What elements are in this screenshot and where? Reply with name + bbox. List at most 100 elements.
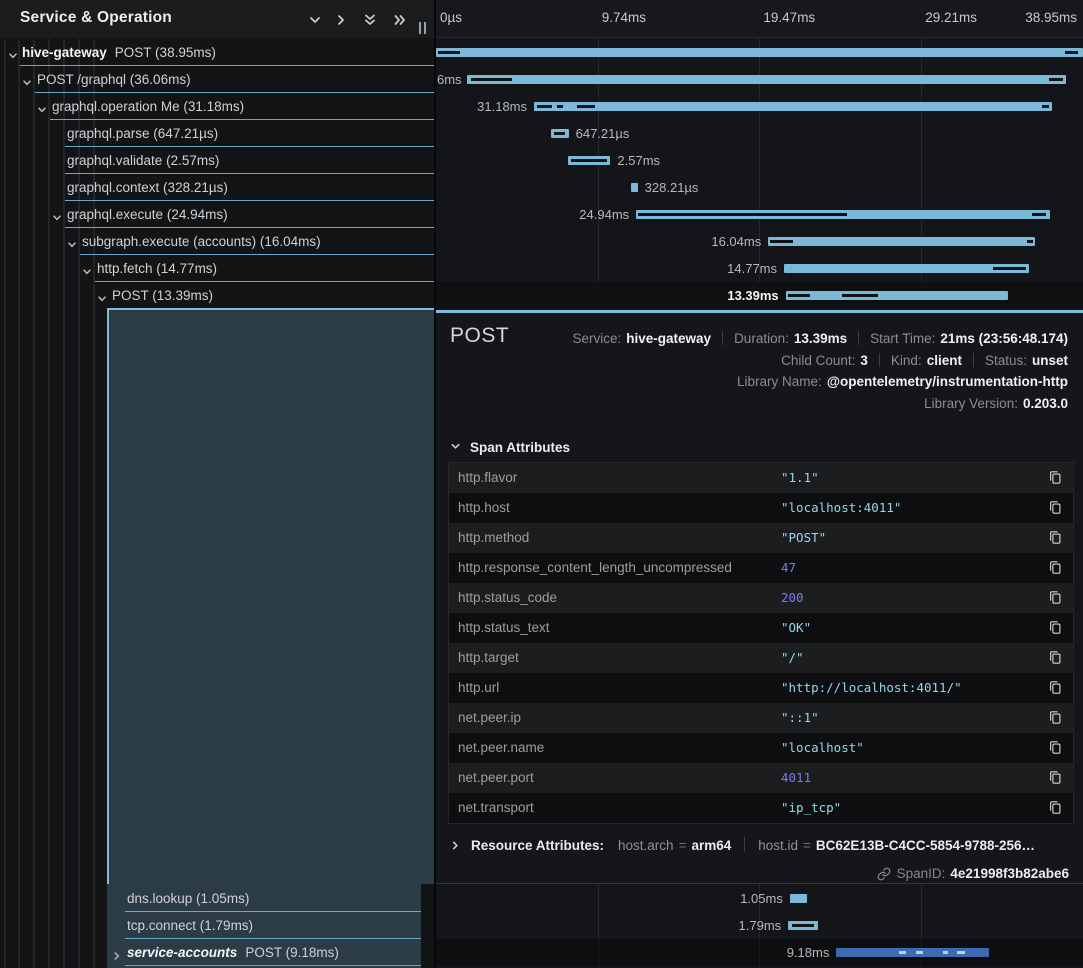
chevron-down-icon[interactable]	[82, 264, 92, 274]
attribute-row: http.status_text"OK"	[449, 613, 1073, 643]
span-bar-post-graphql[interactable]	[467, 75, 1066, 84]
self-time-dash	[577, 105, 595, 108]
span-name-duration: graphql.validate (2.57ms)	[67, 153, 219, 168]
resource-key: host.arch	[618, 838, 674, 853]
span-name-duration: dns.lookup (1.05ms)	[127, 891, 249, 906]
timeline-row-tcp-connect: 1.79ms	[436, 912, 1083, 939]
attribute-key: http.flavor	[458, 463, 517, 493]
chevron-down-icon[interactable]	[67, 237, 77, 247]
resource-value: BC62E13B-C4CC-5854-9788-256…	[816, 838, 1035, 853]
span-tree-row-graphql-validate[interactable]: graphql.validate (2.57ms)	[0, 147, 434, 174]
copy-icon[interactable]	[1048, 710, 1063, 726]
copy-icon[interactable]	[1048, 560, 1063, 576]
span-tree-row-subgraph-execute-accounts[interactable]: subgraph.execute (accounts) (16.04ms)	[0, 228, 434, 255]
span-bar-graphql-context[interactable]	[631, 183, 638, 192]
span-attributes-table: http.flavor"1.1"http.host"localhost:4011…	[448, 462, 1074, 824]
double-chevron-right-icon[interactable]	[391, 11, 409, 29]
meta-label: Kind:	[891, 353, 922, 368]
chevron-right-icon[interactable]	[332, 11, 350, 29]
meta-value: 0.203.0	[1023, 396, 1068, 411]
span-tree-row-tcp-connect[interactable]: tcp.connect (1.79ms)	[0, 912, 434, 939]
trace-viewer: hive-gatewayPOST (38.95ms)POST /graphql …	[0, 0, 1083, 968]
span-tree-row-dns-lookup[interactable]: dns.lookup (1.05ms)	[0, 885, 434, 912]
span-duration-label: 31.18ms	[477, 98, 527, 115]
span-label: POST (13.39ms)	[112, 282, 213, 309]
chevron-down-icon[interactable]	[52, 210, 62, 220]
copy-icon[interactable]	[1048, 680, 1063, 696]
self-time-dash	[1032, 213, 1046, 216]
self-time-dash	[471, 78, 512, 81]
span-duration-label: 6ms	[437, 71, 462, 88]
copy-icon[interactable]	[1048, 530, 1063, 546]
link-icon[interactable]	[877, 867, 891, 881]
span-tree-row-http-fetch[interactable]: http.fetch (14.77ms)	[0, 255, 434, 282]
span-bar-http-fetch[interactable]	[784, 264, 1029, 273]
span-tree-row-graphql-operation-me[interactable]: graphql.operation Me (31.18ms)	[0, 93, 434, 120]
panel-resize-handle[interactable]	[419, 22, 428, 34]
copy-icon[interactable]	[1048, 800, 1063, 816]
attribute-row: http.response_content_length_uncompresse…	[449, 553, 1073, 583]
copy-icon[interactable]	[1048, 590, 1063, 606]
span-tree-row-hive-gateway-post[interactable]: hive-gatewayPOST (38.95ms)	[0, 39, 434, 66]
self-time-dash	[1065, 51, 1079, 54]
copy-icon[interactable]	[1048, 620, 1063, 636]
span-tree-row-post-graphql[interactable]: POST /graphql (36.06ms)	[0, 66, 434, 93]
self-time-dash	[943, 951, 948, 954]
span-bar-graphql-validate[interactable]	[568, 156, 611, 165]
attribute-key: http.target	[458, 643, 519, 673]
span-tree-row-graphql-context[interactable]: graphql.context (328.21µs)	[0, 174, 434, 201]
meta-divider	[722, 331, 723, 345]
meta-label: Start Time:	[870, 331, 935, 346]
span-meta-line: Service:hive-gatewayDuration:13.39msStar…	[572, 329, 1068, 347]
self-time-dash	[957, 951, 965, 954]
chevron-down-icon[interactable]	[37, 102, 47, 112]
attribute-row: http.target"/"	[449, 643, 1073, 673]
chevron-right-icon[interactable]	[112, 948, 122, 958]
span-bar-post-selected[interactable]	[786, 291, 1008, 300]
span-id-label: SpanID:	[897, 866, 946, 881]
span-bar-subgraph-execute-accounts[interactable]	[768, 237, 1034, 246]
span-tree-row-graphql-execute[interactable]: graphql.execute (24.94ms)	[0, 201, 434, 228]
chevron-down-icon[interactable]	[22, 75, 32, 85]
self-time-dash	[438, 51, 460, 54]
self-time-dash	[916, 951, 924, 954]
span-bar-dns-lookup[interactable]	[790, 894, 807, 903]
span-bar-graphql-execute[interactable]	[636, 210, 1050, 219]
chevron-down-icon[interactable]	[97, 291, 107, 301]
span-tree-row-post-selected[interactable]: POST (13.39ms)	[0, 282, 434, 309]
meta-divider	[879, 353, 880, 367]
span-duration-label: 14.77ms	[727, 260, 777, 277]
resource-attributes[interactable]: Resource Attributes:host.arch=arm64host.…	[450, 835, 1035, 857]
meta-label: Service:	[572, 331, 621, 346]
span-label: graphql.context (328.21µs)	[67, 174, 228, 201]
meta-value: unset	[1032, 353, 1068, 368]
attribute-key: net.peer.name	[458, 733, 544, 763]
span-bar-tcp-connect[interactable]	[788, 921, 818, 930]
double-chevron-down-icon[interactable]	[361, 11, 379, 29]
span-tree-row-graphql-parse[interactable]: graphql.parse (647.21µs)	[0, 120, 434, 147]
copy-icon[interactable]	[1048, 470, 1063, 486]
attribute-value: "localhost:4011"	[781, 493, 901, 523]
meta-label: Child Count:	[781, 353, 855, 368]
chevron-down-icon[interactable]	[8, 48, 18, 58]
resource-value: arm64	[691, 838, 731, 853]
axis-tick-label: 29.21ms	[925, 10, 977, 25]
copy-icon[interactable]	[1048, 770, 1063, 786]
copy-icon[interactable]	[1048, 500, 1063, 516]
span-bar-graphql-parse[interactable]	[551, 129, 569, 138]
span-id: SpanID:4e21998f3b82abe6	[877, 864, 1069, 884]
span-name-duration: http.fetch (14.77ms)	[97, 261, 217, 276]
span-attributes-header[interactable]: Span Attributes	[450, 438, 570, 458]
chevron-down-icon[interactable]	[306, 11, 324, 29]
timeline-row-service-accounts-post: 9.18ms	[436, 939, 1083, 966]
span-bar-graphql-operation-me[interactable]	[534, 102, 1052, 111]
copy-icon[interactable]	[1048, 650, 1063, 666]
meta-label: Library Version:	[924, 396, 1018, 411]
attribute-value: 47	[781, 553, 796, 583]
self-time-dash	[1027, 240, 1032, 243]
span-bar-hive-gateway-post[interactable]	[436, 48, 1083, 57]
span-bar-service-accounts-post[interactable]	[836, 948, 988, 957]
panel-divider[interactable]	[434, 0, 436, 968]
span-tree-row-service-accounts-post[interactable]: service-accountsPOST (9.18ms)	[0, 939, 434, 966]
copy-icon[interactable]	[1048, 740, 1063, 756]
